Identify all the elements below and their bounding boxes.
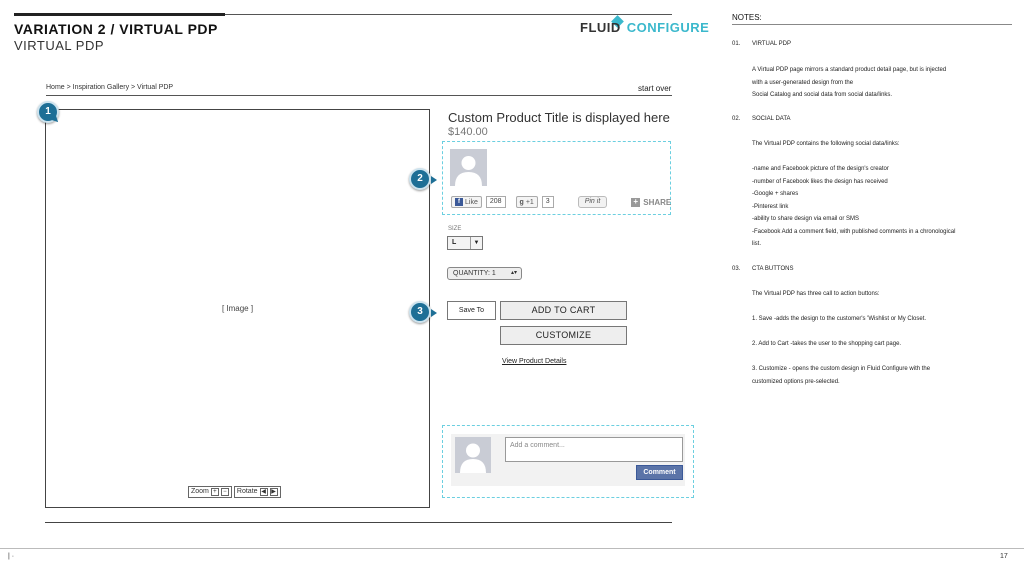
notes-title: NOTES: bbox=[732, 13, 762, 22]
google-plus-icon: g bbox=[519, 198, 524, 206]
zoom-in-icon[interactable]: + bbox=[210, 488, 219, 496]
note-heading: SOCIAL DATA bbox=[752, 116, 791, 122]
note-body: The Virtual PDP has three call to action… bbox=[752, 291, 931, 385]
product-image-panel: [ Image ] Zoom + − Rotate ◀ ▶ bbox=[45, 109, 430, 508]
title-rule-thick bbox=[14, 13, 225, 16]
footer-divider bbox=[0, 548, 1024, 549]
chevron-down-icon: ▼ bbox=[470, 237, 482, 249]
annotation-marker-3: 3 bbox=[409, 301, 437, 323]
note-body: The Virtual PDP contains the following s… bbox=[752, 141, 956, 247]
size-value: L bbox=[452, 239, 457, 246]
annotation-marker-1: 1 bbox=[37, 101, 59, 123]
view-product-details-link[interactable]: View Product Details bbox=[502, 358, 566, 365]
annotation-marker-2: 2 bbox=[409, 168, 437, 190]
product-title: Custom Product Title is displayed here bbox=[448, 110, 670, 125]
page-number: 17 bbox=[1000, 553, 1008, 560]
notes-divider bbox=[732, 24, 1012, 25]
image-controls: Zoom + − Rotate ◀ ▶ bbox=[188, 486, 281, 498]
fluid-configure-logo: FLUID CONFIGURE bbox=[580, 20, 709, 35]
social-actions-row: f Like 208 g +1 3 Pin it + SHARE bbox=[451, 196, 671, 208]
title-rule-thin bbox=[225, 14, 672, 15]
like-label: Like bbox=[465, 198, 478, 206]
size-select[interactable]: L ▼ bbox=[447, 236, 483, 250]
share-plus-icon: + bbox=[631, 197, 641, 207]
commenter-avatar bbox=[455, 437, 491, 473]
share-label: SHARE bbox=[643, 197, 672, 207]
social-data-panel: f Like 208 g +1 3 Pin it + SHARE bbox=[442, 141, 671, 215]
note-number: 01. bbox=[732, 41, 741, 47]
like-count: 208 bbox=[485, 196, 506, 208]
comment-button[interactable]: Comment bbox=[636, 465, 683, 480]
save-to-button[interactable]: Save To bbox=[447, 301, 496, 320]
quantity-select[interactable]: QUANTITY: 1 ▴▾ bbox=[447, 267, 522, 280]
gplus-count: 3 bbox=[541, 196, 554, 208]
avatar-silhouette-icon bbox=[450, 149, 487, 186]
rotate-left-icon[interactable]: ◀ bbox=[259, 488, 268, 496]
logo-word-configure: CONFIGURE bbox=[626, 20, 710, 35]
note-heading: CTA BUTTONS bbox=[752, 266, 794, 272]
page-subtitle: VIRTUAL PDP bbox=[14, 38, 105, 53]
creator-avatar[interactable] bbox=[450, 149, 487, 186]
comment-widget: Add a comment... Comment bbox=[451, 434, 685, 486]
size-label: SIZE bbox=[448, 226, 462, 232]
product-price: $140.00 bbox=[448, 126, 488, 138]
rotate-label: Rotate bbox=[236, 488, 258, 495]
avatar-silhouette-icon bbox=[455, 437, 491, 473]
google-plus-button[interactable]: g +1 bbox=[515, 196, 538, 208]
customize-button[interactable]: CUSTOMIZE bbox=[500, 326, 627, 345]
logo-word-fluid: FLUID bbox=[580, 20, 621, 35]
breadcrumb-divider bbox=[46, 95, 672, 96]
gplus-label: +1 bbox=[525, 198, 534, 206]
comment-input[interactable]: Add a comment... bbox=[505, 437, 683, 462]
zoom-label: Zoom bbox=[191, 488, 209, 495]
note-heading: VIRTUAL PDP bbox=[752, 41, 792, 47]
zoom-control[interactable]: Zoom + − bbox=[188, 486, 232, 498]
facebook-icon: f bbox=[455, 198, 463, 206]
start-over-link[interactable]: start over bbox=[638, 84, 671, 93]
note-number: 03. bbox=[732, 266, 741, 272]
quantity-value: QUANTITY: 1 bbox=[453, 270, 496, 277]
note-body: A Virtual PDP page mirrors a standard pr… bbox=[752, 67, 947, 98]
pinterest-button[interactable]: Pin it bbox=[577, 196, 608, 208]
facebook-like-button[interactable]: f Like bbox=[451, 196, 482, 208]
note-number: 02. bbox=[732, 116, 741, 122]
rotate-control[interactable]: Rotate ◀ ▶ bbox=[233, 486, 281, 498]
stepper-arrows-icon: ▴▾ bbox=[510, 270, 517, 276]
rotate-right-icon[interactable]: ▶ bbox=[269, 488, 278, 496]
comment-panel: Add a comment... Comment bbox=[442, 425, 694, 498]
image-placeholder-label: [ Image ] bbox=[221, 304, 254, 313]
breadcrumb[interactable]: Home > Inspiration Gallery > Virtual PDP bbox=[46, 84, 173, 91]
share-button[interactable]: + SHARE bbox=[631, 197, 672, 207]
footer-marker: | · bbox=[8, 553, 15, 560]
zoom-out-icon[interactable]: − bbox=[220, 488, 229, 496]
add-to-cart-button[interactable]: ADD TO CART bbox=[500, 301, 627, 320]
content-bottom-divider bbox=[45, 522, 672, 523]
page-title: VARIATION 2 / VIRTUAL PDP bbox=[14, 21, 218, 37]
